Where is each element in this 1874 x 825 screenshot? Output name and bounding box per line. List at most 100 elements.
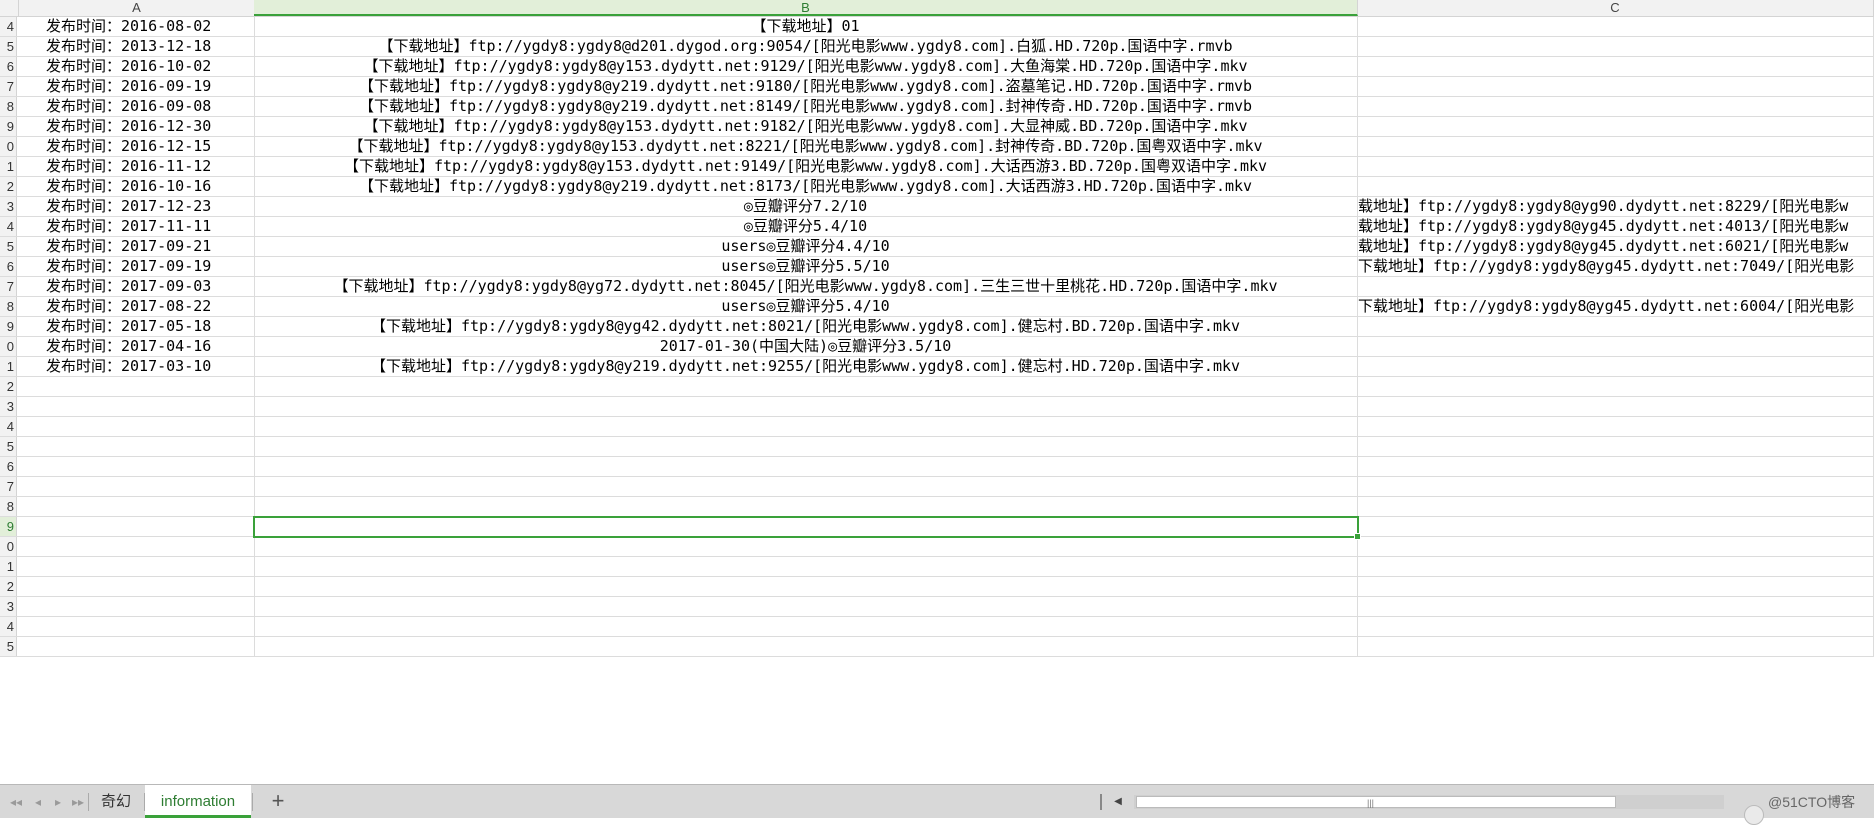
cell-b[interactable]: 【下载地址】ftp://ygdy8:ygdy8@yg72.dydytt.net:…	[254, 277, 1358, 296]
cell-c[interactable]	[1357, 477, 1874, 496]
cell-a[interactable]: 发布时间：2016-11-12	[19, 157, 255, 176]
cell-a[interactable]	[19, 497, 255, 516]
row-number[interactable]: 8	[0, 497, 17, 516]
column-header-c[interactable]: C	[1357, 0, 1874, 16]
cell-c[interactable]	[1357, 437, 1874, 456]
cell-a[interactable]: 发布时间：2016-09-08	[19, 97, 255, 116]
row-number[interactable]: 9	[0, 317, 17, 336]
horizontal-scrollbar[interactable]: ◀ |||	[1100, 794, 1730, 810]
row-number[interactable]: 0	[0, 537, 17, 556]
row-number[interactable]: 7	[0, 77, 17, 96]
row-number[interactable]: 4	[0, 417, 17, 436]
cell-c[interactable]	[1357, 597, 1874, 616]
cell-a[interactable]: 发布时间：2017-08-22	[19, 297, 255, 316]
spreadsheet-grid[interactable]: A B C 4 发布时间：2016-08-02 【下载地址】01 5 发布时间：2013…	[0, 0, 1874, 784]
cell-b[interactable]: 【下载地址】ftp://ygdy8:ygdy8@y219.dydytt.net:…	[254, 77, 1358, 96]
cell-b[interactable]: ◎豆瓣评分5.4/10	[254, 217, 1358, 236]
cell-b[interactable]: 【下载地址】ftp://ygdy8:ygdy8@y153.dydytt.net:…	[254, 117, 1358, 136]
cell-c[interactable]	[1357, 417, 1874, 436]
cell-a[interactable]: 发布时间：2017-05-18	[19, 317, 255, 336]
cell-b[interactable]: users◎豆瓣评分5.5/10	[254, 257, 1358, 276]
row-number[interactable]: 5	[0, 237, 17, 256]
cell-c[interactable]	[1357, 57, 1874, 76]
cell-b[interactable]	[254, 517, 1358, 536]
scrollbar-split-handle[interactable]	[1100, 794, 1102, 810]
cell-c[interactable]: 下载地址】ftp://ygdy8:ygdy8@yg45.dydytt.net:6…	[1357, 297, 1874, 316]
cell-b[interactable]: users◎豆瓣评分5.4/10	[254, 297, 1358, 316]
cell-a[interactable]: 发布时间：2017-04-16	[19, 337, 255, 356]
cell-c[interactable]	[1357, 397, 1874, 416]
scrollbar-thumb[interactable]: |||	[1136, 796, 1616, 808]
cell-b[interactable]: users◎豆瓣评分4.4/10	[254, 237, 1358, 256]
cell-b[interactable]	[254, 417, 1358, 436]
row-number[interactable]: 6	[0, 57, 17, 76]
next-sheet-icon[interactable]: ▸	[50, 794, 66, 810]
cell-b[interactable]	[254, 597, 1358, 616]
cell-c[interactable]: 载地址】ftp://ygdy8:ygdy8@yg45.dydytt.net:60…	[1357, 237, 1874, 256]
cell-a[interactable]: 发布时间：2017-09-19	[19, 257, 255, 276]
cell-a[interactable]	[19, 377, 255, 396]
last-sheet-icon[interactable]: ▸▸	[70, 794, 86, 810]
row-number[interactable]: 5	[0, 637, 17, 656]
cell-c[interactable]	[1357, 17, 1874, 36]
cell-a[interactable]	[19, 457, 255, 476]
cell-a[interactable]: 发布时间：2016-10-16	[19, 177, 255, 196]
cell-c[interactable]	[1357, 377, 1874, 396]
cell-b[interactable]	[254, 497, 1358, 516]
cell-b[interactable]	[254, 377, 1358, 396]
cell-c[interactable]: 载地址】ftp://ygdy8:ygdy8@yg90.dydytt.net:82…	[1357, 197, 1874, 216]
cell-b[interactable]	[254, 577, 1358, 596]
cell-c[interactable]	[1357, 97, 1874, 116]
cell-a[interactable]: 发布时间：2017-09-21	[19, 237, 255, 256]
row-number[interactable]: 9	[0, 517, 17, 536]
row-number[interactable]: 5	[0, 437, 17, 456]
row-number[interactable]: 1	[0, 357, 17, 376]
row-number[interactable]: 4	[0, 217, 17, 236]
cell-a[interactable]: 发布时间：2017-11-11	[19, 217, 255, 236]
row-number[interactable]: 0	[0, 137, 17, 156]
cell-b[interactable]	[254, 557, 1358, 576]
row-number[interactable]: 1	[0, 557, 17, 576]
cell-b[interactable]	[254, 457, 1358, 476]
cell-a[interactable]	[19, 637, 255, 656]
cell-c[interactable]	[1357, 117, 1874, 136]
cell-b[interactable]: 【下载地址】ftp://ygdy8:ygdy8@y219.dydytt.net:…	[254, 357, 1358, 376]
cell-c[interactable]	[1357, 537, 1874, 556]
tab-information[interactable]: information	[145, 785, 251, 818]
cell-a[interactable]	[19, 437, 255, 456]
cell-c[interactable]: 载地址】ftp://ygdy8:ygdy8@yg45.dydytt.net:40…	[1357, 217, 1874, 236]
cell-a[interactable]: 发布时间：2016-12-30	[19, 117, 255, 136]
row-number[interactable]: 6	[0, 257, 17, 276]
column-header-b[interactable]: B	[254, 0, 1358, 16]
row-number[interactable]: 9	[0, 117, 17, 136]
cell-a[interactable]	[19, 397, 255, 416]
first-sheet-icon[interactable]: ◂◂	[8, 794, 24, 810]
cell-c[interactable]	[1357, 337, 1874, 356]
cell-c[interactable]	[1357, 137, 1874, 156]
cell-c[interactable]	[1357, 157, 1874, 176]
cell-c[interactable]	[1357, 77, 1874, 96]
row-number[interactable]: 6	[0, 457, 17, 476]
cell-b[interactable]: 【下载地址】ftp://ygdy8:ygdy8@d201.dygod.org:9…	[254, 37, 1358, 56]
cell-b[interactable]	[254, 437, 1358, 456]
row-number[interactable]: 3	[0, 397, 17, 416]
cell-a[interactable]	[19, 517, 255, 536]
cell-a[interactable]: 发布时间：2016-10-02	[19, 57, 255, 76]
cell-a[interactable]: 发布时间：2016-08-02	[19, 17, 255, 36]
cell-c[interactable]	[1357, 457, 1874, 476]
cell-a[interactable]	[19, 537, 255, 556]
cell-c[interactable]	[1357, 497, 1874, 516]
row-number[interactable]: 5	[0, 37, 17, 56]
cell-b[interactable]: 【下载地址】01	[254, 17, 1358, 36]
cell-c[interactable]	[1357, 317, 1874, 336]
cell-b[interactable]: 【下载地址】ftp://ygdy8:ygdy8@y153.dydytt.net:…	[254, 157, 1358, 176]
row-number[interactable]: 8	[0, 297, 17, 316]
cell-c[interactable]	[1357, 557, 1874, 576]
row-number[interactable]: 8	[0, 97, 17, 116]
cell-b[interactable]: ◎豆瓣评分7.2/10	[254, 197, 1358, 216]
cell-a[interactable]	[19, 477, 255, 496]
add-sheet-button[interactable]: +	[266, 789, 290, 813]
row-number[interactable]: 2	[0, 377, 17, 396]
cell-a[interactable]: 发布时间：2016-09-19	[19, 77, 255, 96]
row-number[interactable]: 1	[0, 157, 17, 176]
